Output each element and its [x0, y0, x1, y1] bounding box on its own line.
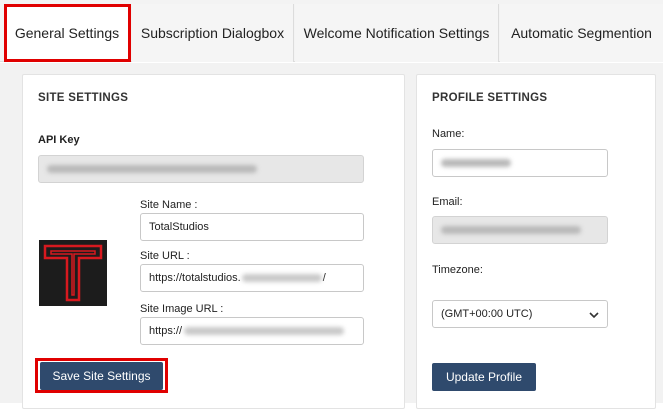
email-field [432, 216, 608, 244]
site-url-redacted [241, 274, 322, 282]
tab-label: Welcome Notification Settings [303, 25, 490, 41]
api-key-redacted [47, 165, 257, 173]
tab-automatic-segmention[interactable]: Automatic Segmention [500, 4, 663, 62]
tab-label: Subscription Dialogbox [140, 25, 285, 41]
site-url-suffix: / [322, 272, 326, 284]
timezone-select[interactable]: (GMT+00:00 UTC) [432, 300, 608, 328]
settings-tab-bar: General Settings Subscription Dialogbox … [0, 0, 663, 62]
site-url-label: Site URL : [140, 250, 190, 262]
site-url-prefix: https://totalstudios. [149, 272, 241, 284]
site-logo-image [39, 240, 107, 306]
name-label: Name: [432, 128, 465, 140]
tab-welcome-notification-settings[interactable]: Welcome Notification Settings [295, 4, 499, 62]
save-button-label: Save Site Settings [52, 369, 151, 383]
email-label: Email: [432, 196, 463, 208]
settings-page: General Settings Subscription Dialogbox … [0, 0, 663, 409]
email-redacted [441, 226, 581, 234]
timezone-label: Timezone: [432, 264, 483, 276]
site-name-label: Site Name : [140, 199, 198, 211]
chevron-down-icon [589, 312, 599, 319]
tab-label: General Settings [14, 25, 120, 41]
site-image-url-prefix: https:// [149, 325, 183, 337]
site-image-url-label: Site Image URL : [140, 303, 224, 315]
save-site-settings-button[interactable]: Save Site Settings [40, 362, 163, 390]
site-image-url-input[interactable]: https:// [140, 317, 364, 345]
name-redacted [441, 159, 511, 167]
tab-subscription-dialogbox[interactable]: Subscription Dialogbox [132, 4, 294, 62]
totalstudios-t-logo-icon [43, 244, 103, 302]
update-profile-label: Update Profile [445, 370, 523, 384]
site-name-input[interactable]: TotalStudios [140, 213, 364, 241]
api-key-field [38, 155, 364, 183]
site-image-url-redacted [184, 327, 345, 335]
api-key-label: API Key [38, 134, 80, 146]
site-settings-title: SITE SETTINGS [38, 92, 129, 104]
site-url-input[interactable]: https://totalstudios. / [140, 264, 364, 292]
profile-settings-title: PROFILE SETTINGS [432, 92, 548, 104]
update-profile-button[interactable]: Update Profile [432, 363, 536, 391]
tab-label: Automatic Segmention [511, 25, 652, 41]
timezone-value: (GMT+00:00 UTC) [441, 308, 533, 320]
tab-general-settings[interactable]: General Settings [4, 4, 131, 62]
name-input[interactable] [432, 149, 608, 177]
site-name-value: TotalStudios [149, 221, 209, 233]
